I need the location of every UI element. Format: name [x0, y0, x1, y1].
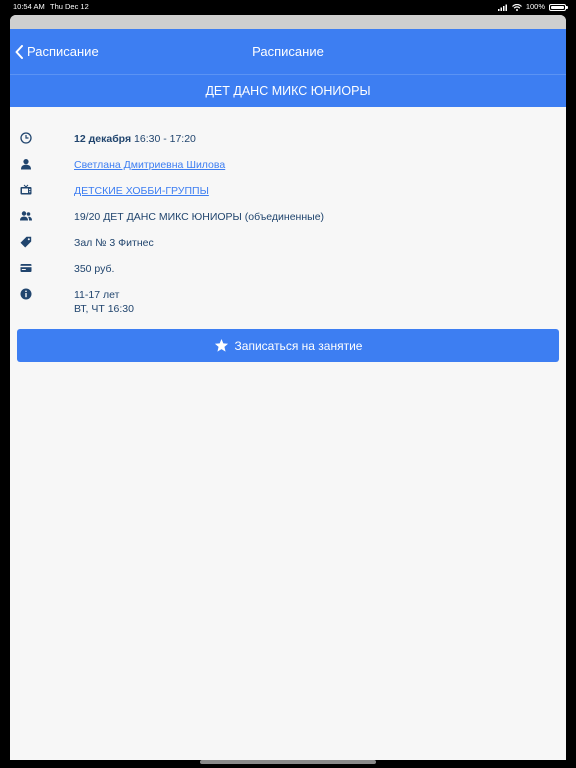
signup-button[interactable]: Записаться на занятие [17, 329, 559, 362]
wifi-icon [511, 3, 522, 11]
nav-title: Расписание [252, 44, 324, 59]
date-bold: 12 декабря [74, 133, 132, 145]
info-icon [20, 288, 32, 300]
home-indicator [200, 760, 376, 764]
info-text: 11-17 лет ВТ, ЧТ 16:30 [74, 288, 134, 316]
modal-sheet: Расписание Расписание ДЕТ ДАНС МИКС ЮНИО… [10, 15, 566, 760]
clock-icon [20, 132, 32, 144]
datetime-text: 12 декабря 16:30 - 17:20 [74, 132, 196, 146]
signup-label: Записаться на занятие [234, 338, 363, 353]
status-bar: 10:54 AM Thu Dec 12 100% [0, 0, 576, 14]
sheet-top-band [10, 15, 566, 29]
instructor-link[interactable]: Светлана Дмитриевна Шилова [74, 159, 225, 171]
days-text: ВТ, ЧТ 16:30 [74, 303, 134, 315]
hall-text: Зал № 3 Фитнес [74, 237, 154, 249]
status-time: 10:54 AM [13, 2, 45, 11]
age-text: 11-17 лет [74, 289, 120, 301]
category-link[interactable]: ДЕТСКИЕ ХОББИ-ГРУППЫ [74, 185, 209, 197]
tv-icon [20, 184, 32, 195]
group-text: 19/20 ДЕТ ДАНС МИКС ЮНИОРЫ (объединенные… [74, 211, 325, 223]
navigation-bar: Расписание Расписание [10, 29, 566, 75]
star-icon [214, 338, 228, 352]
status-date: Thu Dec 12 [50, 2, 89, 11]
credit-card-icon [20, 264, 32, 272]
price-text: 350 руб. [74, 263, 115, 275]
signal-icon [497, 4, 507, 11]
group-icon [20, 211, 32, 221]
person-icon [21, 159, 31, 170]
time-range: 16:30 - 17:20 [134, 133, 196, 145]
battery-icon [549, 3, 568, 11]
tag-icon [20, 236, 32, 248]
status-right: 100% [497, 1, 568, 13]
battery-percent: 100% [525, 2, 545, 11]
class-title: ДЕТ ДАНС МИКС ЮНИОРЫ [10, 75, 566, 107]
